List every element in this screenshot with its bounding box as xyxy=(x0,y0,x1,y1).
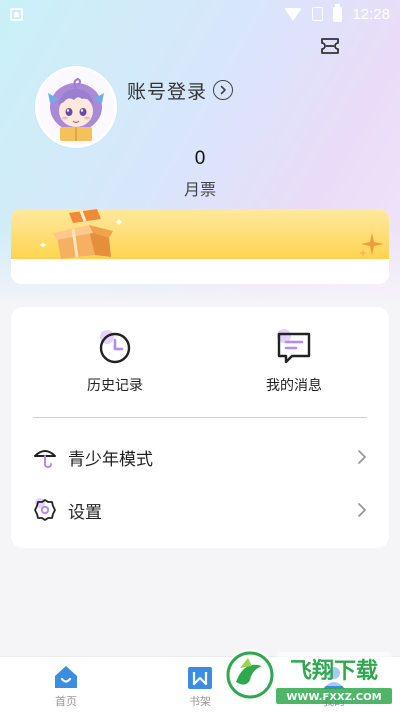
gift-box-icon xyxy=(39,209,129,263)
nav-home[interactable]: 首页 xyxy=(31,663,101,709)
messages-button[interactable]: 我的消息 xyxy=(234,329,354,395)
monthly-tickets-label[interactable]: 月票 xyxy=(0,176,400,200)
monthly-tickets-count: 0 xyxy=(194,148,206,169)
notification-icon xyxy=(10,7,23,21)
settings-label: 设置 xyxy=(68,502,102,523)
watermark-url: WWW.FXXZ.COM xyxy=(286,692,381,703)
youth-mode-label: 青少年模式 xyxy=(68,449,153,470)
home-icon xyxy=(52,663,80,691)
history-label: 历史记录 xyxy=(87,378,143,394)
watermark-title: 飞翔下载 xyxy=(290,658,378,684)
menu-card: 历史记录 我的消息 青少年模式 设置 xyxy=(11,307,389,548)
chevron-right-icon xyxy=(356,449,368,465)
chevron-right-icon xyxy=(356,502,368,518)
nav-home-label: 首页 xyxy=(55,695,77,708)
divider xyxy=(33,417,367,418)
clock-icon xyxy=(97,329,133,365)
history-button[interactable]: 历史记录 xyxy=(55,329,175,395)
wifi-icon xyxy=(284,7,303,21)
umbrella-icon xyxy=(33,445,57,469)
sparkle-icon xyxy=(359,231,385,261)
gear-icon xyxy=(33,498,57,522)
messages-label: 我的消息 xyxy=(266,378,322,394)
login-button[interactable]: 账号登录 xyxy=(127,77,234,103)
chevron-right-circle-icon xyxy=(213,80,234,100)
status-time: 12:28 xyxy=(352,5,390,23)
sim-icon xyxy=(312,7,324,21)
watermark: 飞翔下载 WWW.FXXZ.COM xyxy=(222,644,394,706)
ticket-icon[interactable] xyxy=(320,37,340,55)
avatar[interactable] xyxy=(35,66,117,148)
battery-icon xyxy=(333,3,343,22)
message-icon xyxy=(276,329,312,365)
login-label: 账号登录 xyxy=(127,80,208,103)
settings-row[interactable]: 设置 xyxy=(11,488,389,532)
status-bar: 12:28 xyxy=(0,0,400,28)
youth-mode-row[interactable]: 青少年模式 xyxy=(11,435,389,479)
promo-banner[interactable] xyxy=(11,209,389,284)
bookshelf-icon xyxy=(186,663,214,691)
